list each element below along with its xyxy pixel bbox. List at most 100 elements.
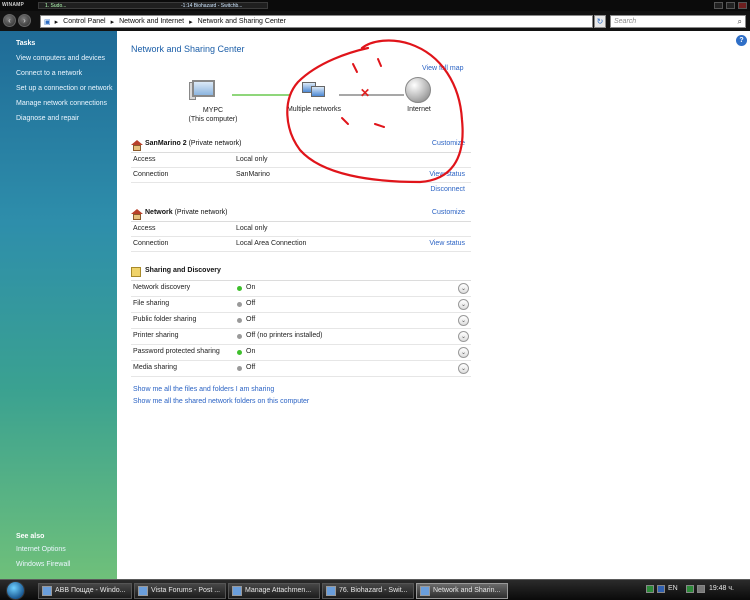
winamp-track-label: -1:14 Biohazard - Switchb...	[181, 3, 243, 9]
view-full-map-link[interactable]: View full map	[422, 65, 464, 72]
row-value: Off	[246, 300, 256, 307]
start-button[interactable]	[6, 581, 25, 600]
taskbar-button-2[interactable]: Vista Forums - Post ...	[134, 583, 226, 599]
row-label: Network discovery	[133, 284, 191, 291]
pc-sub-label: (This computer)	[188, 116, 238, 123]
multiple-networks-icon[interactable]	[302, 80, 326, 100]
network-header: SanMarino 2 (Private network) Customize	[131, 139, 471, 153]
sidebar-item-connect-network[interactable]: Connect to a network	[16, 66, 117, 81]
language-indicator[interactable]: EN	[668, 585, 678, 592]
chevron-down-icon[interactable]: ⌄	[458, 363, 469, 374]
search-input[interactable]: Search ⌕	[610, 15, 746, 28]
crumb-separator-icon: ▸	[54, 18, 59, 26]
sidebar-item-internet-options[interactable]: Internet Options	[16, 542, 70, 557]
sharing-row-public-folder[interactable]: Public folder sharing Off ⌄	[131, 313, 471, 329]
chevron-down-icon[interactable]: ⌄	[458, 299, 469, 310]
crumb-network-internet[interactable]: Network and Internet	[119, 18, 184, 25]
close-icon[interactable]	[738, 2, 747, 9]
taskbar-label: Network and Sharin...	[433, 587, 501, 594]
pc-name-label: MYPC	[202, 107, 224, 114]
row-value: Off (no printers installed)	[246, 332, 323, 339]
winamp-logo: WINAMP	[2, 2, 25, 8]
page-title: Network and Sharing Center	[131, 44, 245, 54]
winamp-playlist-label: 1. Sudo...	[45, 3, 67, 9]
see-also-heading: See also	[16, 533, 45, 540]
minimize-icon[interactable]	[714, 2, 723, 9]
sharing-row-media[interactable]: Media sharing Off ⌄	[131, 361, 471, 377]
show-shared-folders-link[interactable]: Show me all the shared network folders o…	[133, 398, 309, 405]
computer-icon[interactable]	[177, 75, 227, 105]
chevron-down-icon[interactable]: ⌄	[458, 283, 469, 294]
view-status-link[interactable]: View status	[429, 240, 465, 247]
sharing-heading: Sharing and Discovery	[145, 267, 221, 274]
sidebar-item-manage-connections[interactable]: Manage network connections	[16, 96, 117, 111]
customize-link[interactable]: Customize	[432, 140, 465, 147]
tray-icon[interactable]	[657, 585, 665, 593]
sharing-header: Sharing and Discovery	[131, 266, 471, 281]
sharing-row-network-discovery[interactable]: Network discovery On ⌄	[131, 281, 471, 297]
system-tray: EN 19:48 ч.	[640, 580, 750, 600]
row-label: Password protected sharing	[133, 348, 220, 355]
main-content: Network and Sharing Center ? View full m…	[117, 31, 750, 579]
chevron-down-icon[interactable]: ⌄	[458, 347, 469, 358]
chevron-down-icon[interactable]: ⌄	[458, 331, 469, 342]
chevron-down-icon[interactable]: ⌄	[458, 315, 469, 326]
taskbar-button-1[interactable]: АВВ Пощде - Windo...	[38, 583, 132, 599]
maximize-icon[interactable]	[726, 2, 735, 9]
winamp-strip: WINAMP 1. Sudo... -1:14 Biohazard - Swit…	[0, 0, 750, 11]
crumb-network-sharing-center[interactable]: Network and Sharing Center	[198, 18, 286, 25]
breadcrumb[interactable]: ▣ ▸ Control Panel ▸ Network and Internet…	[40, 15, 593, 28]
broken-connection-icon: ✕	[360, 86, 371, 100]
app-icon	[326, 586, 336, 596]
refresh-icon[interactable]: ↻	[594, 15, 606, 28]
sidebar-item-setup-connection[interactable]: Set up a connection or network	[16, 81, 117, 96]
sharing-row-password[interactable]: Password protected sharing On ⌄	[131, 345, 471, 361]
control-panel-icon: ▣	[44, 18, 51, 26]
see-also: See also Internet Options Windows Firewa…	[16, 533, 70, 572]
row-label: Printer sharing	[133, 332, 179, 339]
row-label: Media sharing	[133, 364, 177, 371]
crumb-control-panel[interactable]: Control Panel	[63, 18, 105, 25]
network-row-access: Access Local only	[131, 153, 471, 168]
volume-icon[interactable]	[697, 585, 705, 593]
sharing-icon	[131, 267, 141, 277]
sharing-row-printer[interactable]: Printer sharing Off (no printers install…	[131, 329, 471, 345]
globe-icon[interactable]	[405, 77, 431, 103]
network-header: Network (Private network) Customize	[131, 208, 471, 222]
network-house-icon	[131, 209, 143, 220]
view-status-link[interactable]: View status	[429, 171, 465, 178]
winamp-player-bar[interactable]: 1. Sudo... -1:14 Biohazard - Switchb...	[38, 2, 268, 9]
network-row-access: Access Local only	[131, 222, 471, 237]
back-icon[interactable]: ‹	[3, 14, 16, 27]
taskbar-button-5[interactable]: Network and Sharin...	[416, 583, 508, 599]
sidebar-item-windows-firewall[interactable]: Windows Firewall	[16, 557, 70, 572]
sharing-row-file-sharing[interactable]: File sharing Off ⌄	[131, 297, 471, 313]
sidebar-item-diagnose[interactable]: Diagnose and repair	[16, 111, 117, 126]
row-value: On	[246, 348, 256, 355]
status-off-icon	[237, 366, 242, 371]
row-value: Off	[246, 316, 256, 323]
connection-line	[339, 94, 404, 96]
sharing-discovery-section: Sharing and Discovery Network discovery …	[131, 266, 471, 377]
address-bar: ‹ › ▣ ▸ Control Panel ▸ Network and Inte…	[0, 11, 750, 31]
network-section-sanmarino: SanMarino 2 (Private network) Customize …	[131, 139, 471, 198]
help-icon[interactable]: ?	[736, 35, 747, 46]
forward-icon[interactable]: ›	[18, 14, 31, 27]
customize-link[interactable]: Customize	[432, 209, 465, 216]
clock[interactable]: 19:48 ч.	[709, 585, 734, 592]
taskbar-button-4[interactable]: 76. Biohazard - Swit...	[322, 583, 414, 599]
taskbar: АВВ Пощде - Windo... Vista Forums - Post…	[0, 579, 750, 600]
row-label: Connection	[133, 240, 169, 247]
row-value: Local only	[236, 225, 268, 232]
status-off-icon	[237, 318, 242, 323]
sidebar-item-view-computers[interactable]: View computers and devices	[16, 51, 117, 66]
taskbar-button-3[interactable]: Manage Attachmen...	[228, 583, 320, 599]
search-icon[interactable]: ⌕	[738, 16, 742, 27]
disconnect-link[interactable]: Disconnect	[430, 186, 465, 193]
show-shared-files-link[interactable]: Show me all the files and folders I am s…	[133, 386, 274, 393]
internet-label: Internet	[407, 106, 431, 113]
tray-icon[interactable]	[646, 585, 654, 593]
row-label: Connection	[133, 171, 169, 178]
network-section-network: Network (Private network) Customize Acce…	[131, 208, 471, 252]
network-tray-icon[interactable]	[686, 585, 694, 593]
